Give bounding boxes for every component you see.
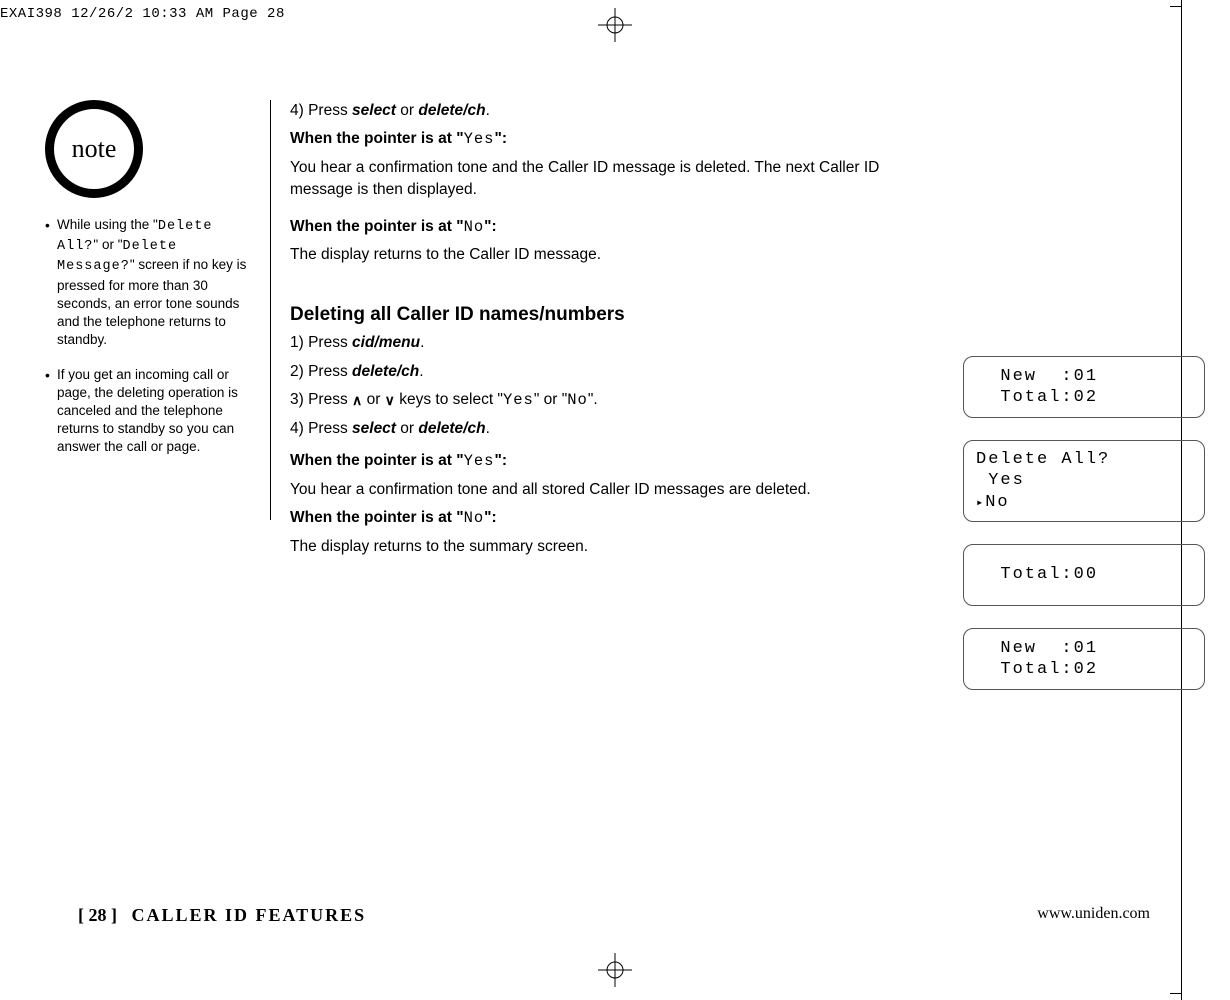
lcd-screen-2: Delete All? Yes No [963, 440, 1205, 522]
delete-all-step-2: 2) Press delete/ch. [290, 361, 930, 383]
note-icon-label: note [72, 134, 117, 164]
lcd-column: New :01 Total:02 Delete All? Yes No Tota… [963, 356, 1205, 712]
registration-mark-top [598, 8, 632, 47]
note-bullet-1: While using the "Delete All?" or "Delete… [45, 216, 260, 350]
pointer-yes-body: You hear a confirmation tone and the Cal… [290, 157, 930, 202]
pointer-icon: No [976, 492, 1192, 513]
page-number: [ 28 ] [78, 905, 117, 925]
lcd-screen-3: Total:00 [963, 544, 1205, 606]
up-arrow-icon: ∧ [352, 390, 362, 410]
lcd-screen-4: New :01 Total:02 [963, 628, 1205, 690]
print-slug: EXAI398 12/26/2 10:33 AM Page 28 [0, 6, 285, 22]
pointer-no-body-2: The display returns to the summary scree… [290, 536, 930, 558]
registration-mark-bottom [598, 953, 632, 992]
step-4: 4) Press select or delete/ch. [290, 100, 930, 122]
section-heading: Deleting all Caller ID names/numbers [290, 301, 930, 329]
delete-all-step-4: 4) Press select or delete/ch. [290, 418, 930, 440]
lcd-screen-1: New :01 Total:02 [963, 356, 1205, 418]
note-icon: note [45, 100, 143, 198]
pointer-yes-body-2: You hear a confirmation tone and all sto… [290, 479, 930, 501]
main-column: 4) Press select or delete/ch. When the p… [290, 100, 930, 558]
page-content: note While using the "Delete All?" or "D… [45, 100, 1155, 564]
section-title: CALLER ID FEATURES [131, 905, 366, 925]
footer-url: www.uniden.com [1037, 905, 1150, 923]
trim-tick [1170, 993, 1182, 994]
page-footer: [ 28 ] CALLER ID FEATURES www.uniden.com [78, 905, 1150, 926]
pointer-no-heading: When the pointer is at "No": [290, 216, 930, 238]
delete-all-step-1: 1) Press cid/menu. [290, 332, 930, 354]
trim-tick [1170, 6, 1182, 7]
note-sidebar: note While using the "Delete All?" or "D… [45, 100, 271, 520]
pointer-yes-heading: When the pointer is at "Yes": [290, 128, 930, 150]
pointer-yes-heading-2: When the pointer is at "Yes": [290, 450, 930, 472]
note-bullet-2: If you get an incoming call or page, the… [45, 366, 260, 457]
down-arrow-icon: ∨ [385, 390, 395, 410]
pointer-no-heading-2: When the pointer is at "No": [290, 507, 930, 529]
pointer-no-body: The display returns to the Caller ID mes… [290, 244, 930, 266]
delete-all-step-3: 3) Press ∧ or ∨ keys to select "Yes" or … [290, 389, 930, 411]
